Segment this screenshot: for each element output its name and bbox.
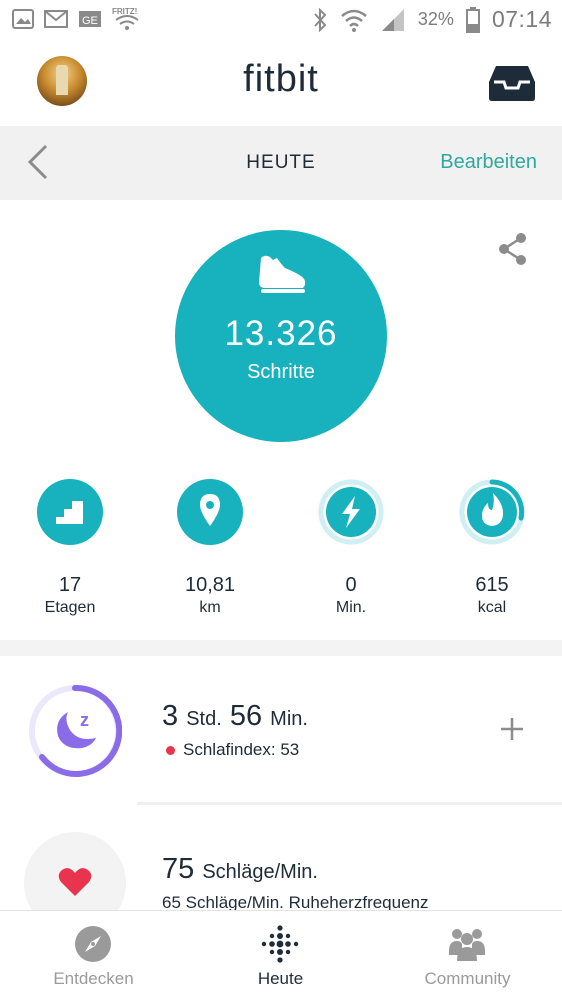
heart-rate-unit: Schläge/Min. [202,861,318,883]
active-minutes-ring [317,478,385,546]
bottom-nav: Entdecken Heute Community [0,910,562,999]
svg-text:GE: GE [82,15,98,27]
nav-discover[interactable]: Entdecken [0,911,187,999]
sleep-minutes-unit: Min. [270,708,308,730]
sleep-z-icon: z [80,710,89,730]
battery-icon [465,6,480,33]
sleep-duration[interactable]: 3 Std. 56 Min. [162,700,308,733]
app-bar: fitbit [0,40,562,126]
bluetooth-icon [314,7,327,32]
add-icon[interactable] [500,717,524,741]
status-bar: GE FRITZ! 32% 07:14 [0,0,562,40]
status-right: 32% 07:14 [312,6,552,33]
clock: 07:14 [491,6,552,32]
stat-calories[interactable]: 615 kcal [432,478,552,617]
stat-unit: km [199,599,221,616]
shoe-icon [259,255,306,293]
nav-label: Community [424,969,511,988]
news-icon: GE [79,11,101,27]
moon-icon [57,712,96,749]
nav-today[interactable]: Heute [187,911,374,999]
stat-unit: Min. [335,599,367,616]
sleep-score-dot [166,745,175,755]
stat-value: 17 [58,574,82,596]
share-icon[interactable] [498,232,528,266]
fitbit-dots-icon [261,925,299,963]
date-bar: HEUTE Bearbeiten [0,126,562,200]
steps-value: 13.326 [224,314,338,353]
compass-icon [75,926,111,962]
distance-ring [176,478,244,546]
battery-percent: 32% [417,9,454,29]
sleep-hours-unit: Std. [186,708,222,730]
sleep-ring[interactable]: z [28,684,122,778]
steps-tile[interactable]: 13.326 Schritte [175,230,387,442]
heart-rate-value[interactable]: 75 Schläge/Min. [162,853,318,886]
edit-button[interactable]: Bearbeiten [440,151,537,174]
stat-active-minutes[interactable]: 0 Min. [291,478,411,617]
stat-value: 0 [345,574,357,596]
section-divider [0,640,562,656]
status-left: GE FRITZ! [12,6,142,32]
stat-value: 615 [475,574,509,596]
gallery-icon [12,9,34,29]
stat-unit: kcal [477,599,507,616]
community-icon [449,929,485,961]
nav-label: Heute [257,969,304,988]
mail-icon [44,10,68,28]
nav-label: Entdecken [53,969,134,988]
nav-community[interactable]: Community [374,911,561,999]
card-divider [137,802,562,805]
stat-distance[interactable]: 10,81 km [150,478,270,617]
svg-text:FRITZ!: FRITZ! [112,7,137,16]
sleep-hours: 3 [162,700,179,732]
signal-icon [381,8,404,31]
heart-icon [58,868,92,896]
sleep-minutes: 56 [229,700,263,732]
stat-value: 10,81 [184,574,236,596]
heart-rate-number: 75 [162,853,195,885]
steps-label: Schritte [247,361,315,383]
stat-floors[interactable]: 17 Etagen [10,478,130,617]
sleep-score-label: Schlafindex: 53 [183,740,300,759]
stat-unit: Etagen [44,599,96,616]
fritz-wifi-icon: FRITZ! [112,7,139,30]
app-logo: fitbit [243,58,319,100]
sleep-score: Schlafindex: 53 [166,740,299,760]
floors-ring [36,478,104,546]
inbox-icon[interactable] [488,64,536,102]
wifi-icon [341,9,367,32]
calories-ring [458,478,526,546]
